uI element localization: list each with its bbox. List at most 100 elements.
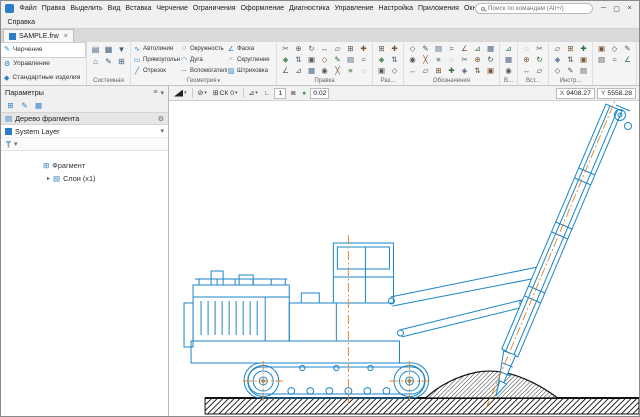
chevron-down-icon[interactable]: ▾ <box>14 140 18 148</box>
ribbon-tool-icon[interactable]: ◌ <box>357 65 370 76</box>
ribbon-tool-icon[interactable]: ◉ <box>502 65 515 76</box>
menu-item-5[interactable]: Черчение <box>154 4 191 13</box>
x-coordinate[interactable]: X 9408.27 <box>556 88 595 99</box>
ribbon-tool-icon[interactable]: ⇅ <box>388 54 401 65</box>
expand-arrow-icon[interactable]: ▸ <box>47 175 50 182</box>
ribbon-tool-icon[interactable]: ▤ <box>577 65 590 76</box>
ribbon-group-label[interactable]: Инстр... <box>551 76 590 85</box>
command-search[interactable] <box>475 3 593 14</box>
system-tool-icon[interactable]: ▼ <box>115 43 128 55</box>
ribbon-tool-icon[interactable]: ↻ <box>305 43 318 54</box>
ribbon-group-label[interactable]: Вст... <box>520 76 546 85</box>
ribbon-tool-icon[interactable]: ↔ <box>318 43 331 54</box>
ribbon-tool-icon[interactable]: ▦ <box>305 65 318 76</box>
menu-item-help[interactable]: Справка <box>5 18 37 27</box>
search-input[interactable] <box>488 5 587 12</box>
ribbon-tool-icon[interactable]: ◌ <box>520 43 533 54</box>
ribbon-tool-icon[interactable]: ⊕ <box>292 43 305 54</box>
ribbon-tool-icon[interactable]: ◇ <box>608 43 621 54</box>
ribbon-tool-icon[interactable]: ∠ <box>458 43 471 54</box>
ribbon-tool-icon[interactable]: ✂ <box>279 43 292 54</box>
ribbon-tool-icon[interactable]: ◇ <box>406 43 419 54</box>
maximize-button[interactable]: ▢ <box>610 3 623 14</box>
y-coordinate[interactable]: Y 5558.28 <box>597 88 636 99</box>
ribbon-tool-icon[interactable]: ⊿ <box>292 65 305 76</box>
ribbon-tool-icon[interactable]: ▱ <box>551 43 564 54</box>
menu-item-7[interactable]: Оформление <box>238 4 286 13</box>
menu-item-1[interactable]: Правка <box>39 4 68 13</box>
system-tool-icon[interactable]: ⊞ <box>115 55 128 67</box>
chevron-down-icon[interactable]: ▾ <box>160 89 164 97</box>
panel-tool-icon-1[interactable]: ⊞ <box>5 100 16 111</box>
geometry-tool-4[interactable]: ◠Дуга <box>180 54 227 65</box>
ribbon-tool-icon[interactable]: ▱ <box>533 65 546 76</box>
ribbon-tool-icon[interactable]: ≡ <box>344 65 357 76</box>
rounding-field[interactable]: 0.02 <box>310 88 329 99</box>
ribbon-tool-icon[interactable]: ◌ <box>445 54 458 65</box>
ribbon-tool-icon[interactable]: ✂ <box>533 43 546 54</box>
ribbon-tool-icon[interactable]: ⊕ <box>471 54 484 65</box>
ribbon-tool-icon[interactable]: ▣ <box>595 43 608 54</box>
ribbon-tool-icon[interactable]: ▦ <box>502 54 515 65</box>
ribbon-tool-icon[interactable]: ▣ <box>577 54 590 65</box>
ribbon-tab-drawing[interactable]: ✎ Черчение <box>1 42 86 58</box>
ribbon-tool-icon[interactable]: ◇ <box>318 54 331 65</box>
geometry-tool-0[interactable]: ∿Автолиния <box>133 43 180 54</box>
menu-item-6[interactable]: Ограничения <box>190 4 238 13</box>
ribbon-tool-icon[interactable]: ↔ <box>406 65 419 76</box>
panel-tool-icon-2[interactable]: ✎ <box>19 100 30 111</box>
ribbon-tab-standard-parts[interactable]: ◆ Стандартные изделия <box>1 71 86 85</box>
geometry-tool-3[interactable]: ○Окружность <box>180 43 227 54</box>
ribbon-tool-icon[interactable]: ✚ <box>388 43 401 54</box>
layers-button[interactable]: ⊘ ▾ <box>196 87 209 99</box>
ribbon-tool-icon[interactable]: ◈ <box>551 54 564 65</box>
constraints-indicator[interactable]: ● <box>300 87 308 99</box>
ribbon-tool-icon[interactable]: ✚ <box>445 65 458 76</box>
ribbon-tool-icon[interactable]: ⇅ <box>292 54 305 65</box>
menu-item-0[interactable]: Файл <box>17 4 39 13</box>
ribbon-tool-icon[interactable]: ▤ <box>595 54 608 65</box>
panel-tool-icon-3[interactable]: ▦ <box>33 100 44 111</box>
ribbon-group-label[interactable] <box>595 76 634 85</box>
close-button[interactable]: × <box>623 3 636 14</box>
panel-menu-icon[interactable]: ≡ <box>153 89 157 96</box>
ribbon-tool-icon[interactable]: ▦ <box>484 43 497 54</box>
ribbon-tool-icon[interactable]: ╳ <box>419 54 432 65</box>
ribbon-tool-icon[interactable]: ⇅ <box>564 54 577 65</box>
filter-row[interactable]: ▾ <box>1 138 168 151</box>
ribbon-tool-icon[interactable]: ◈ <box>375 54 388 65</box>
geometry-tool-2[interactable]: ╱Отрезок <box>133 65 180 76</box>
chevron-down-icon[interactable]: ▾ <box>160 127 164 135</box>
system-group-label[interactable]: Системная <box>89 76 128 85</box>
ribbon-tool-icon[interactable]: ↻ <box>484 54 497 65</box>
ribbon-tool-icon[interactable]: ✚ <box>357 43 370 54</box>
ribbon-tool-icon[interactable]: ≈ <box>357 54 370 65</box>
system-tool-icon[interactable]: ⌂ <box>89 55 102 67</box>
grid-step-field[interactable]: 1 <box>274 88 286 99</box>
ribbon-tool-icon[interactable]: ▣ <box>305 54 318 65</box>
ribbon-tool-icon[interactable]: ▤ <box>344 54 357 65</box>
menu-item-12[interactable]: Окно <box>461 4 475 13</box>
ribbon-tool-icon[interactable]: ∠ <box>621 54 634 65</box>
ribbon-tool-icon[interactable]: ⊿ <box>471 43 484 54</box>
ribbon-tool-icon[interactable]: ✎ <box>621 43 634 54</box>
ribbon-tool-icon[interactable]: ↔ <box>520 65 533 76</box>
gear-icon[interactable]: ⚙ <box>158 115 164 123</box>
ortho-button[interactable]: ∟ <box>262 87 273 99</box>
ribbon-tool-icon[interactable]: ≈ <box>608 54 621 65</box>
menu-item-3[interactable]: Вид <box>105 4 123 13</box>
minimize-button[interactable]: ─ <box>597 3 610 14</box>
geometry-tool-1[interactable]: ▭Прямоугольник <box>133 54 180 65</box>
ribbon-tool-icon[interactable]: ⊞ <box>344 43 357 54</box>
ribbon-tool-icon[interactable]: ◇ <box>388 65 401 76</box>
ribbon-tool-icon[interactable]: ↻ <box>533 54 546 65</box>
geometry-tool-5[interactable]: ┄Вспомогательная прямая <box>180 65 227 76</box>
tab-close-icon[interactable]: × <box>64 33 68 40</box>
system-tool-icon[interactable]: ▦ <box>102 43 115 55</box>
ribbon-tool-icon[interactable]: ◉ <box>406 54 419 65</box>
ribbon-group-label[interactable]: Обозначения <box>406 76 497 85</box>
ribbon-group-label[interactable]: Раз... <box>375 76 401 85</box>
ribbon-tool-icon[interactable]: ▱ <box>419 65 432 76</box>
tree-item-fragment[interactable]: ⊞ Фрагмент <box>1 159 168 172</box>
ribbon-group-label[interactable]: Правка <box>279 76 370 85</box>
